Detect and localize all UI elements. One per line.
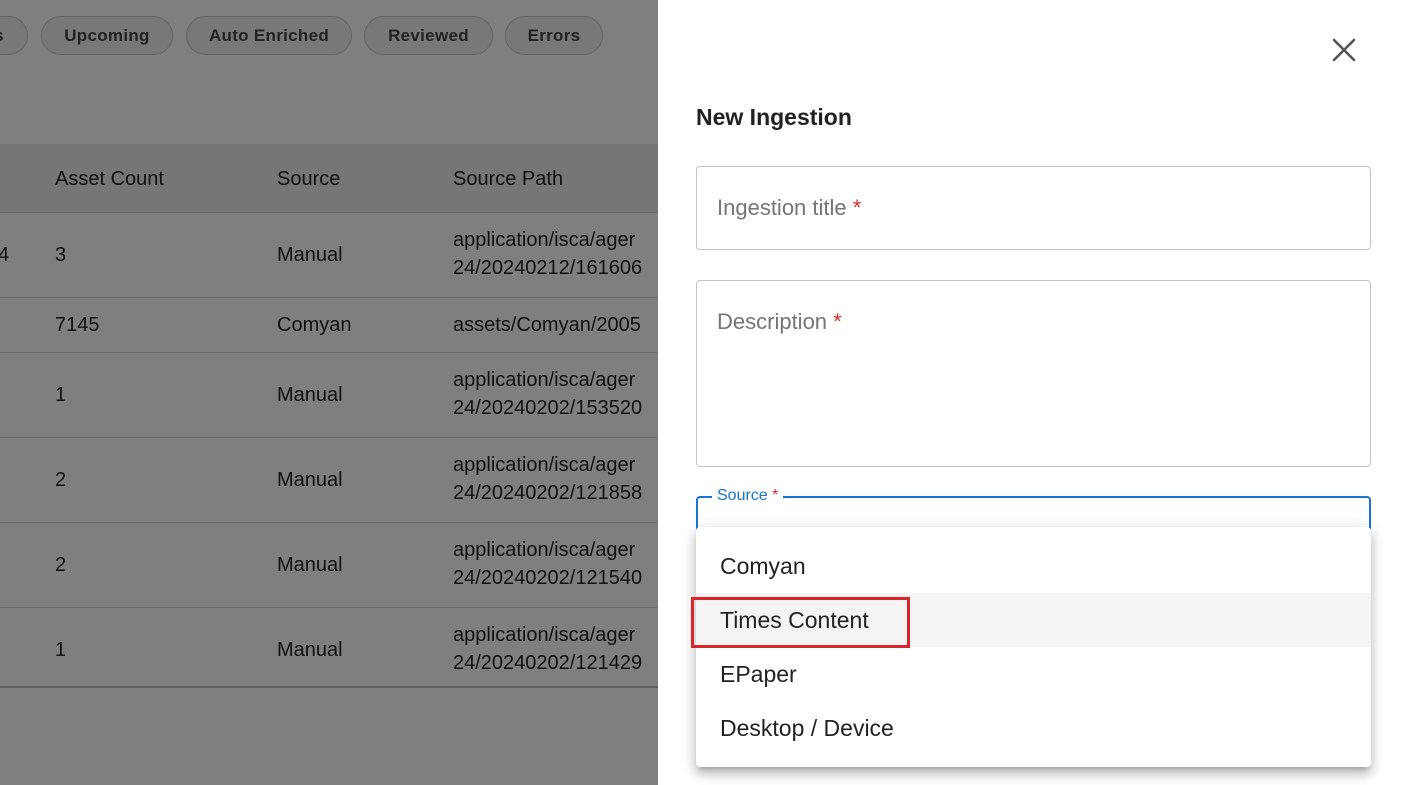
source-dropdown-menu: Comyan Times Content EPaper Desktop / De… — [696, 527, 1371, 767]
source-option-times-content[interactable]: Times Content — [696, 593, 1371, 647]
option-label: Desktop / Device — [720, 714, 894, 741]
ingestion-title-field[interactable]: Ingestion title * — [696, 166, 1371, 250]
ingestion-title-label-text: Ingestion title — [717, 195, 847, 220]
source-option-comyan[interactable]: Comyan — [696, 539, 1371, 593]
description-label-text: Description — [717, 309, 828, 334]
source-option-desktop-device[interactable]: Desktop / Device — [696, 701, 1371, 755]
source-label-text: Source — [717, 487, 768, 504]
required-marker: * — [772, 487, 779, 504]
drawer-title: New Ingestion — [696, 104, 852, 130]
required-marker: * — [852, 195, 862, 220]
option-label: Comyan — [720, 552, 806, 579]
option-label: Times Content — [720, 606, 869, 633]
source-label: Source * — [712, 486, 784, 506]
ingestion-title-label: Ingestion title * — [717, 195, 861, 221]
required-marker: * — [833, 309, 842, 334]
close-button[interactable] — [1326, 32, 1362, 68]
description-field[interactable]: Description * — [696, 280, 1371, 467]
close-icon — [1332, 38, 1356, 62]
option-label: EPaper — [720, 660, 797, 687]
description-label: Description * — [717, 309, 842, 335]
source-option-epaper[interactable]: EPaper — [696, 647, 1371, 701]
